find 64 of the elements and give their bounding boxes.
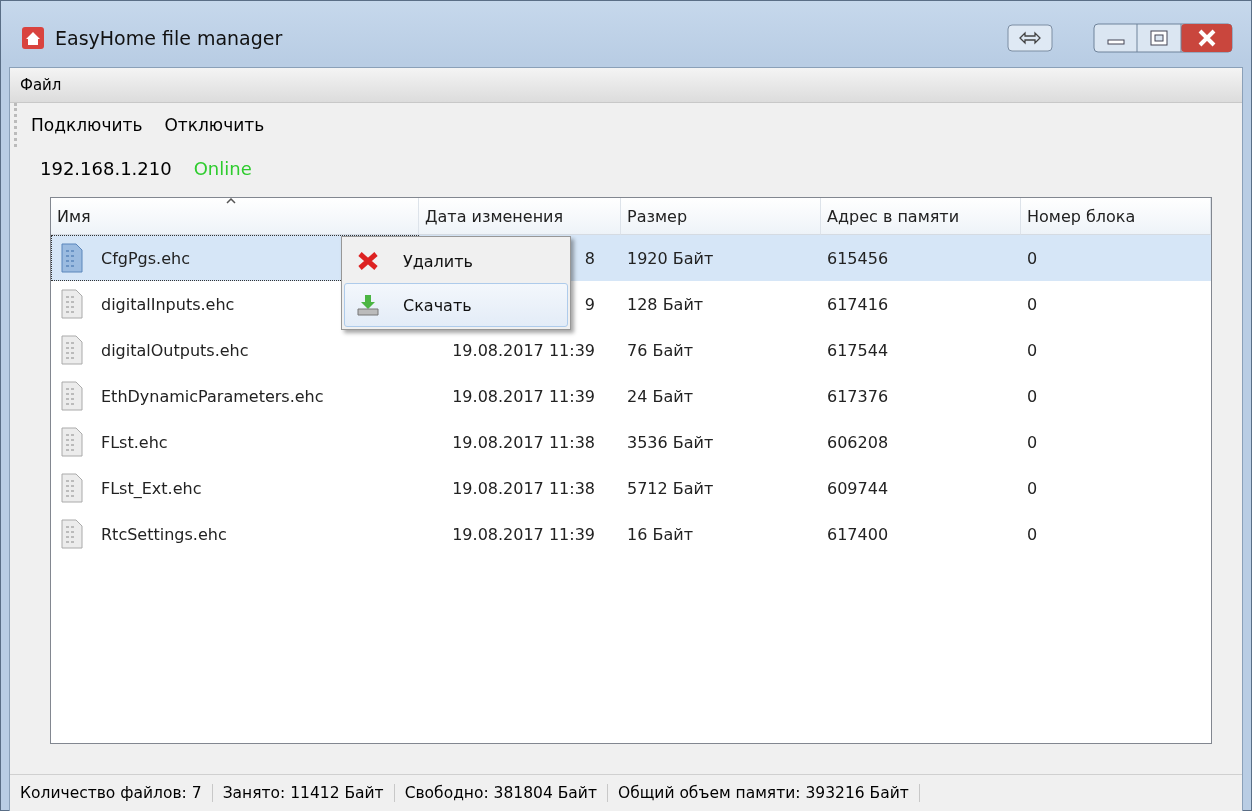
status-text: Общий объем памяти: 393216 Байт [607, 784, 920, 802]
file-name[interactable]: digitalInputs.ehc [101, 294, 235, 314]
file-name[interactable]: CfgPgs.ehc [101, 248, 190, 268]
table-cell-text: 3536 Байт [626, 431, 715, 454]
file-icon [61, 289, 83, 319]
table-cell-text: 0 [1026, 477, 1039, 500]
date-text: 8 [584, 248, 595, 268]
table-cell-text: 76 Байт [626, 339, 694, 362]
file-name[interactable]: EthDynamicParameters.ehc [101, 386, 324, 406]
table-cell-text: 617544 [826, 339, 890, 362]
ip-address: 192.168.1.210 [40, 157, 172, 179]
status-text: Количество файлов: 7 [10, 784, 213, 802]
column-header[interactable]: Номер блока [1021, 198, 1211, 235]
column-header[interactable]: Имя [51, 198, 419, 235]
column-header[interactable]: Адрес в памяти [821, 198, 1021, 235]
table-cell-text: 0 [1026, 339, 1039, 362]
table-cell-text: 617400 [826, 523, 890, 546]
table-cell-text: 617376 [826, 385, 890, 408]
file-icon [61, 519, 83, 549]
file-name[interactable]: FLst.ehc [101, 432, 168, 452]
toolbar-button[interactable]: Подключить [31, 115, 143, 135]
table-cell-text: 0 [1026, 523, 1039, 546]
menu-bar-item[interactable]: Файл [20, 76, 62, 94]
menu-item[interactable]: Удалить [344, 239, 568, 283]
file-icon [61, 381, 83, 411]
table-cell-text: 617416 [826, 293, 890, 316]
status-text: Свободно: 381804 Байт [394, 784, 608, 802]
file-name[interactable]: FLst_Ext.ehc [101, 478, 202, 498]
date-text: 19.08.2017 11:39 [452, 524, 595, 544]
window-title: EasyHome file manager [55, 27, 283, 49]
app-icon [21, 26, 45, 50]
file-name[interactable]: digitalOutputs.ehc [101, 340, 249, 360]
cross-icon [357, 251, 379, 271]
table-cell-text: 16 Байт [626, 523, 694, 546]
file-name[interactable]: RtcSettings.ehc [101, 524, 227, 544]
status-text: Занято: 11412 Байт [212, 784, 395, 802]
table-cell-text: 0 [1026, 293, 1039, 316]
toolbar-button[interactable]: Отключить [164, 115, 265, 135]
table-cell-text: 5712 Байт [626, 477, 715, 500]
column-header[interactable]: Размер [621, 198, 821, 235]
table-cell-text: 24 Байт [626, 385, 694, 408]
date-text: 19.08.2017 11:38 [452, 432, 595, 452]
table-cell-text: 0 [1026, 431, 1039, 454]
date-text: 19.08.2017 11:38 [452, 478, 595, 498]
file-icon [61, 243, 83, 273]
date-text: 9 [584, 294, 595, 314]
download-icon [357, 294, 379, 316]
table-cell-text: 0 [1026, 385, 1039, 408]
date-text: 19.08.2017 11:39 [452, 340, 595, 360]
file-icon [61, 427, 83, 457]
table-cell-text: 606208 [826, 431, 890, 454]
file-icon [61, 335, 83, 365]
table-cell-text: 609744 [826, 477, 890, 500]
dock-button[interactable] [1007, 24, 1053, 52]
table-cell: 0 [1021, 235, 1211, 281]
date-text: 19.08.2017 11:39 [452, 386, 595, 406]
window-controls[interactable] [1093, 23, 1233, 53]
file-icon [61, 473, 83, 503]
table-cell-text: 128 Байт [626, 293, 705, 316]
menu-item[interactable]: Скачать [344, 283, 568, 327]
table-cell: 1920 Байт [621, 235, 821, 281]
connection-status: Online [193, 157, 252, 179]
table-cell: 615456 [821, 235, 1021, 281]
column-header[interactable]: Дата изменения [419, 198, 621, 235]
